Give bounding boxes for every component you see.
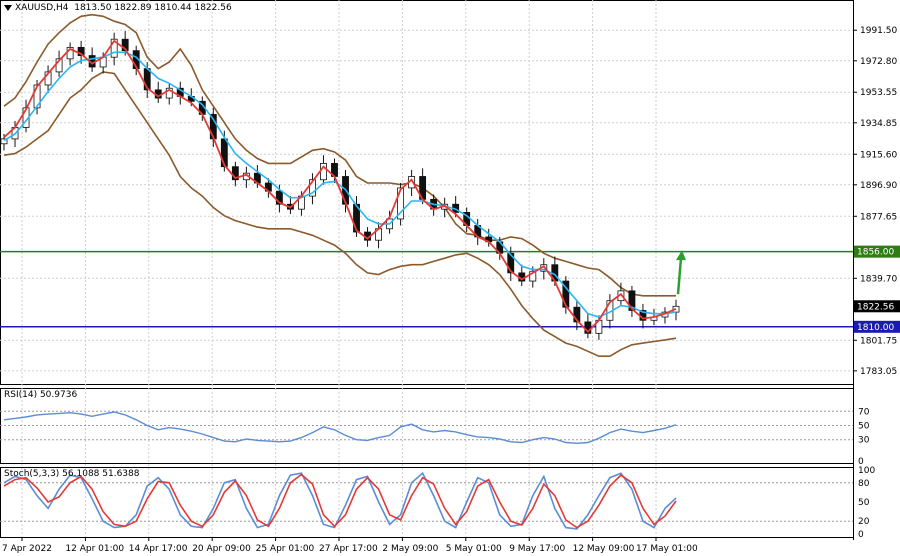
price-tick-label: 1801.75 xyxy=(860,336,897,346)
panel-frames xyxy=(0,0,854,540)
price-tick-label: 1953.55 xyxy=(860,88,897,98)
candle-body xyxy=(220,138,228,168)
time-tick-label: 12 May 09:00 xyxy=(573,544,635,554)
time-tick-label: 5 May 01:00 xyxy=(446,544,502,554)
stoch-header: Stoch(5,3,3) 56.1088 51.6388 xyxy=(4,469,140,479)
price-tags: 1856.00 1810.00 1822.56 xyxy=(854,245,900,333)
arrow-shaft xyxy=(676,258,683,295)
rsi-header: RSI(14) 50.9736 xyxy=(4,390,78,400)
price-tick-label: 1783.05 xyxy=(860,367,897,377)
triangle-down-icon[interactable] xyxy=(4,4,12,11)
time-tick-label: 12 Apr 01:00 xyxy=(65,544,124,554)
stochastic-indicator xyxy=(0,471,853,530)
time-tick-label: 20 Apr 09:00 xyxy=(192,544,251,554)
chart-header: XAUUSD,H4 1813.50 1822.89 1810.44 1822.5… xyxy=(4,3,232,13)
rsi-tick-label: 30 xyxy=(858,436,870,446)
price-tick-label: 1839.70 xyxy=(860,274,897,284)
time-tick-label: 27 Apr 17:00 xyxy=(319,544,378,554)
time-tick-label: 14 Apr 17:00 xyxy=(129,544,188,554)
symbol-label: XAUUSD,H4 xyxy=(15,3,69,13)
up-arrow-annotation xyxy=(676,250,686,295)
time-tick-label: 25 Apr 01:00 xyxy=(256,544,315,554)
time-tick-label: 2 May 09:00 xyxy=(382,544,438,554)
price-tick-label: 1877.65 xyxy=(860,212,897,222)
stoch-tick-label: 50 xyxy=(858,498,870,508)
rsi-tick-label: 70 xyxy=(858,407,870,417)
price-tick-label: 1915.60 xyxy=(860,150,897,160)
time-axis: 7 Apr 2022 12 Apr 01:00 14 Apr 17:00 20 Apr… xyxy=(2,537,698,554)
ohlc-values: 1813.50 1822.89 1810.44 1822.56 xyxy=(74,3,232,13)
stoch-tick-label: 80 xyxy=(858,479,870,489)
stoch-tick-label: 100 xyxy=(858,466,875,476)
stoch-tick-label: 0 xyxy=(858,530,864,540)
level-price-label: 1810.00 xyxy=(857,323,894,333)
time-tick-label: 7 Apr 2022 xyxy=(2,544,52,554)
moving-averages xyxy=(3,39,677,333)
grid-lines xyxy=(0,0,853,537)
current-price-label: 1822.56 xyxy=(857,302,894,312)
price-tick-label: 1896.90 xyxy=(860,181,897,191)
time-tick-label: 9 May 17:00 xyxy=(509,544,565,554)
price-tick-label: 1934.85 xyxy=(860,119,897,129)
stoch-tick-label: 20 xyxy=(858,517,870,527)
price-tick-label: 1991.50 xyxy=(860,26,897,36)
time-tick-label: 17 May 01:00 xyxy=(636,544,698,554)
rsi-tick-label: 50 xyxy=(858,422,870,432)
price-axis: 1991.50 1972.80 1953.55 1934.85 1915.60 1896.… xyxy=(853,26,897,540)
level-price-label: 1856.00 xyxy=(857,248,894,258)
price-tick-label: 1972.80 xyxy=(860,57,897,67)
rsi-indicator xyxy=(0,410,853,445)
rsi-line xyxy=(3,411,677,445)
